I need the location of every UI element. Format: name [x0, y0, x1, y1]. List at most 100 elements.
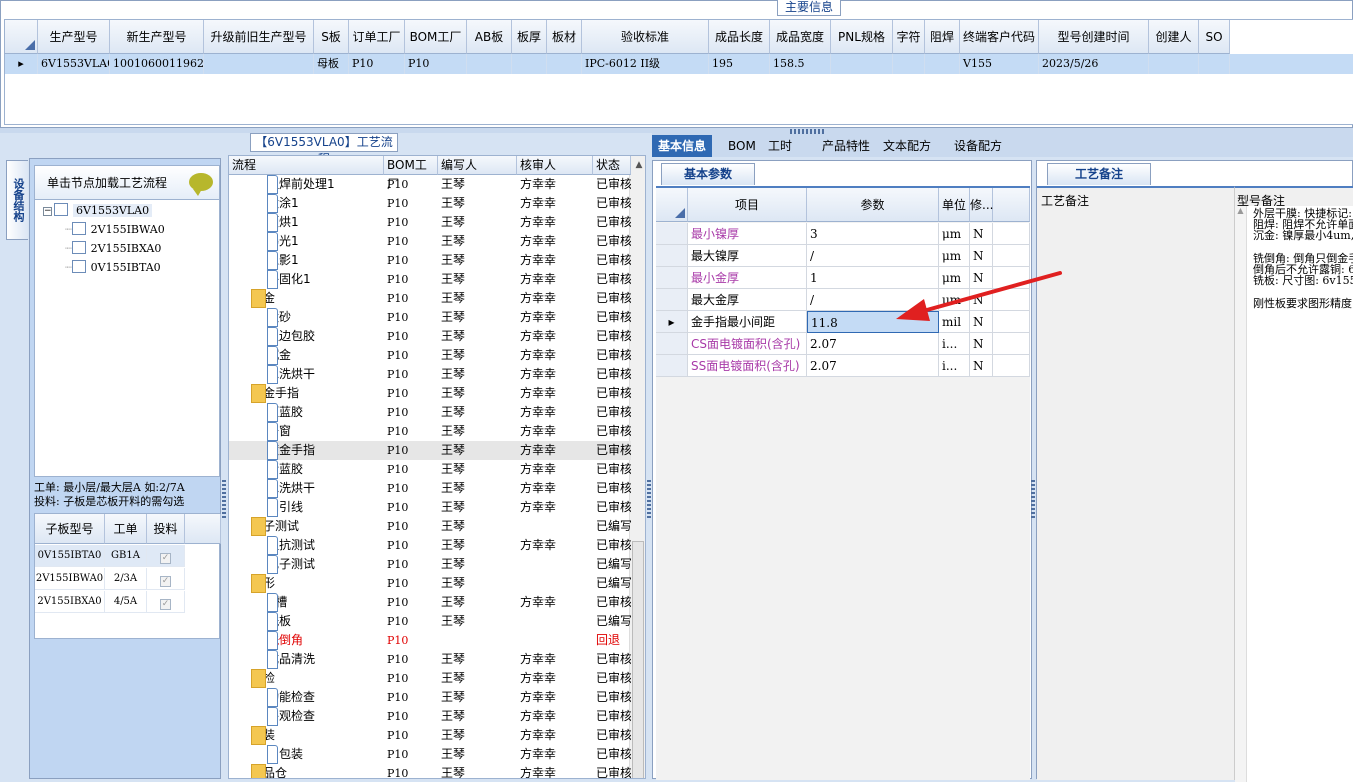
flow-status[interactable]: 已编写 [596, 517, 631, 536]
flow-step[interactable]: − 沉金 [229, 289, 384, 308]
flow-bom[interactable]: P10 [387, 327, 438, 346]
sub-board-order[interactable]: 4/5A [105, 591, 147, 613]
flow-writer[interactable]: 王琴 [441, 574, 517, 593]
flow-status[interactable]: 已审核 [596, 308, 631, 327]
param-item[interactable]: 金手指最小间距 [688, 311, 807, 333]
flow-step[interactable]: ┈ 水洗烘干 [229, 365, 384, 384]
flow-bom[interactable]: P10 [387, 289, 438, 308]
flow-writer[interactable]: 王琴 [441, 327, 517, 346]
flow-step[interactable]: ┈ 显影1 [229, 251, 384, 270]
flow-reviewer[interactable]: 方幸幸 [520, 175, 593, 194]
flow-step[interactable]: ┈ 铣板 [229, 612, 384, 631]
column-header[interactable]: 验收标准 [582, 20, 709, 54]
tab-base-params[interactable]: 基本参数 [661, 163, 755, 185]
flow-status[interactable]: 已审核 [596, 745, 631, 764]
flow-row[interactable]: ┈ 沉金 P10王琴方幸幸已审核 [229, 346, 631, 365]
flow-row[interactable]: − 成品仓 P10王琴方幸幸已审核 [229, 764, 631, 778]
flow-status[interactable]: 已审核 [596, 346, 631, 365]
flow-status[interactable]: 已审核 [596, 175, 631, 194]
flow-bom[interactable]: P10 [387, 498, 438, 517]
flow-bom[interactable]: P10 [387, 194, 438, 213]
grid-cell[interactable] [831, 54, 893, 74]
flow-writer[interactable]: 王琴 [441, 479, 517, 498]
grid-cell[interactable] [467, 54, 512, 74]
flow-writer[interactable]: 王琴 [441, 270, 517, 289]
column-header[interactable]: 订单工厂 [349, 20, 405, 54]
column-header[interactable]: 参数 [807, 188, 939, 222]
flow-bom[interactable]: P10 [387, 612, 438, 631]
right-splitter-grip[interactable] [1031, 480, 1035, 520]
flow-status[interactable]: 已审核 [596, 707, 631, 726]
tab-detail[interactable]: 设备配方 [948, 135, 1008, 157]
tree-node-child[interactable]: ┈ 0V155IBTA0 [65, 259, 161, 277]
param-modified-flag[interactable]: N [970, 223, 993, 245]
flow-step[interactable]: ┈ 剥引线 [229, 498, 384, 517]
flow-bom[interactable]: P10 [387, 422, 438, 441]
flow-writer[interactable]: 王琴 [441, 726, 517, 745]
flow-row[interactable]: ┈ 内包装 P10王琴方幸幸已审核 [229, 745, 631, 764]
flow-step[interactable]: ┈ 镀金手指 [229, 441, 384, 460]
flow-bom[interactable]: P10 [387, 631, 438, 650]
flow-writer[interactable]: 王琴 [441, 213, 517, 232]
flow-status[interactable]: 已审核 [596, 593, 631, 612]
flow-writer[interactable]: 王琴 [441, 232, 517, 251]
column-header[interactable]: 字符 [893, 20, 925, 54]
column-header[interactable]: 型号创建时间 [1039, 20, 1149, 54]
grid-cell[interactable]: P10 [405, 54, 467, 74]
column-header[interactable]: 流程 [229, 156, 384, 175]
flow-status[interactable]: 已审核 [596, 213, 631, 232]
tab-detail[interactable]: BOM [722, 135, 762, 157]
flow-row[interactable]: ┈ 终固化1 P10王琴方幸幸已审核 [229, 270, 631, 289]
flow-reviewer[interactable]: 方幸幸 [520, 327, 593, 346]
flow-reviewer[interactable]: 方幸幸 [520, 384, 593, 403]
flow-row[interactable]: ┈ 铣板 P10王琴 已编写 [229, 612, 631, 631]
flow-step[interactable]: − 镀金手指 [229, 384, 384, 403]
flow-reviewer[interactable]: 方幸幸 [520, 289, 593, 308]
flow-step[interactable]: ┈ 开窗 [229, 422, 384, 441]
flow-writer[interactable] [441, 631, 517, 650]
flow-bom[interactable]: P10 [387, 460, 438, 479]
tab-detail[interactable]: 基本信息 [652, 135, 713, 157]
sub-board-grid[interactable]: 子板型号 工单 投料 0V155IBTA0 GB1A ✓ 2V155IBWA0 2/3A ✓ 2V… [34, 513, 221, 639]
flow-step[interactable]: ┈ 铣倒角 [229, 631, 384, 650]
flow-status[interactable]: 已审核 [596, 365, 631, 384]
flow-bom[interactable]: P10 [387, 517, 438, 536]
grid-cell[interactable]: 2023/5/26 [1039, 54, 1149, 74]
mid-splitter-grip[interactable] [647, 480, 651, 520]
flow-writer[interactable]: 王琴 [441, 441, 517, 460]
grid-cell[interactable] [1199, 54, 1230, 74]
sub-board-model[interactable]: 0V155IBTA0 [35, 545, 105, 567]
flow-reviewer[interactable]: 方幸幸 [520, 441, 593, 460]
flow-step[interactable]: ┈ 外观检查 [229, 707, 384, 726]
flow-reviewer[interactable] [520, 517, 593, 536]
flow-row[interactable]: ┈ 剥引线 P10王琴方幸幸已审核 [229, 498, 631, 517]
param-value[interactable]: 2.07 [807, 333, 939, 355]
flow-bom[interactable]: P10 [387, 384, 438, 403]
flow-row[interactable]: ┈ 显影1 P10王琴方幸幸已审核 [229, 251, 631, 270]
flow-row[interactable]: ┈ 外观检查 P10王琴方幸幸已审核 [229, 707, 631, 726]
column-header[interactable]: 板材 [547, 20, 582, 54]
flow-status[interactable]: 已审核 [596, 498, 631, 517]
flow-reviewer[interactable]: 方幸幸 [520, 422, 593, 441]
flow-step[interactable]: ┈ 喷砂 [229, 308, 384, 327]
flow-status[interactable]: 已审核 [596, 270, 631, 289]
flow-bom[interactable]: P10 [387, 726, 438, 745]
flow-row[interactable]: ┈ 电子测试 P10王琴 已编写 [229, 555, 631, 574]
sub-board-model[interactable]: 2V155IBWA0 [35, 568, 105, 590]
grid-cell[interactable]: 10010600119620 [110, 54, 204, 74]
param-item[interactable]: 最小金厚 [688, 267, 807, 289]
notes-scrollbar[interactable]: ▲ [1235, 206, 1247, 782]
flow-bom[interactable]: P10 [387, 365, 438, 384]
flow-status[interactable]: 已审核 [596, 536, 631, 555]
flow-step[interactable]: ┈ 喷涂1 [229, 194, 384, 213]
flow-writer[interactable]: 王琴 [441, 745, 517, 764]
column-header[interactable]: 编写人 [438, 156, 517, 175]
flow-reviewer[interactable] [520, 555, 593, 574]
sub-board-feed[interactable]: ✓ [147, 545, 185, 567]
flow-row[interactable]: ┈ 阻抗测试 P10王琴方幸幸已审核 [229, 536, 631, 555]
column-header[interactable]: BOM工厂 [384, 156, 438, 191]
tabs-grip[interactable] [790, 129, 826, 134]
flow-writer[interactable]: 王琴 [441, 308, 517, 327]
column-header[interactable]: 终端客户代码 [960, 20, 1039, 54]
param-unit[interactable]: μm [939, 223, 970, 245]
